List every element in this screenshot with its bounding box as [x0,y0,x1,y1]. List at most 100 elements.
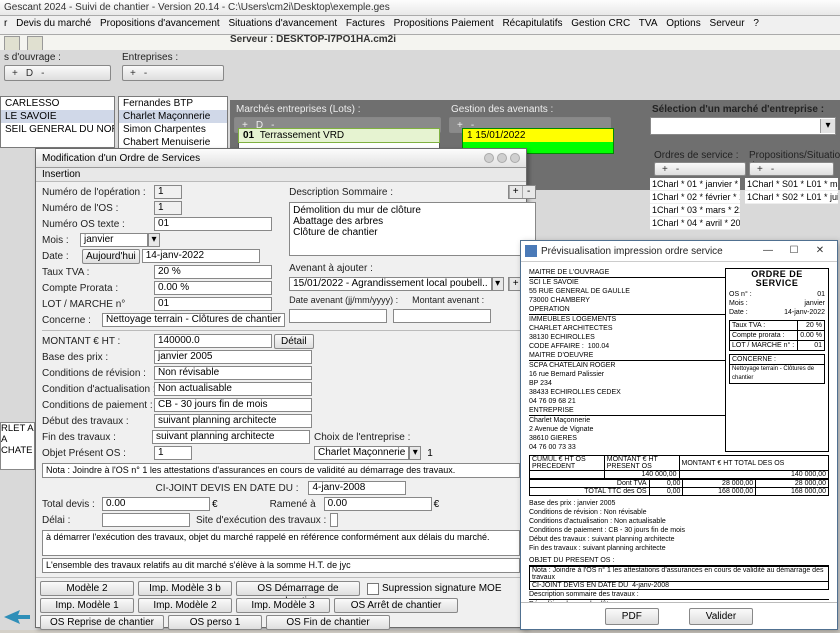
list-item[interactable]: Simon Charpentes [119,123,227,136]
lot-input[interactable]: 01 [154,297,272,311]
modele2-button[interactable]: Modèle 2 [40,581,134,596]
chevron-down-icon[interactable]: ▾ [148,233,160,247]
list-item[interactable]: 1Charl * 01 * janvier * 14-jan [650,178,740,191]
os-perso1-button[interactable]: OS perso 1 [168,615,262,630]
maximize-button[interactable]: ☐ [781,243,807,259]
montant-input[interactable]: 140000.0 [154,334,272,348]
lots-list[interactable]: 01 Terrassement VRD [238,128,440,150]
list-item[interactable]: 1Charl * 03 * mars * 21-mar [650,204,740,217]
imp-modele3-button[interactable]: Imp. Modèle 3 [236,598,330,613]
menu-item[interactable]: Récapitulatifs [502,18,562,29]
plus-button[interactable]: + [662,164,668,175]
window-button-icon[interactable] [510,153,520,163]
minus-button[interactable]: - [41,68,44,79]
menu-item[interactable]: Devis du marché [16,18,91,29]
menu-item[interactable]: Gestion CRC [571,18,630,29]
list-item[interactable]: Charlet Maçonnerie [119,110,227,123]
dialog-titlebar[interactable]: Modification d'un Ordre de Services [36,149,526,168]
tva-input[interactable]: 20 % [154,265,272,279]
market-combo[interactable]: ▾ [650,117,836,135]
ouvrage-list[interactable]: CARLESSO LE SAVOIE SEIL GENERAL DU NORD [0,96,115,148]
d-button[interactable]: D [26,68,33,79]
debut-input[interactable]: suivant planning architecte [154,414,312,428]
choixent-combo[interactable]: Charlet Maçonnerie [314,446,409,460]
davenant-input[interactable] [289,309,387,323]
detail-button[interactable]: Détail [274,334,314,349]
suppr-moe-checkbox[interactable]: Supression signature MOE [367,580,502,597]
imp-modele3b-button[interactable]: Imp. Modèle 3 b [138,581,232,596]
minus-button[interactable]: - [676,164,679,175]
condpaie-input[interactable]: CB - 30 jours fin de mois [154,398,312,412]
imp-modele1-button[interactable]: Imp. Modèle 1 [40,598,134,613]
minus-button[interactable]: - [144,68,147,79]
plus-button[interactable]: + [130,68,136,79]
pv-cell: 0,00 [649,480,683,488]
avenant-row[interactable]: 1 15/01/2022 [463,129,613,142]
note3-field[interactable]: L'ensemble des travaux relatifs au dit m… [42,558,520,573]
ordres-list[interactable]: 1Charl * 01 * janvier * 14-jan 1Charl * … [650,178,740,230]
menu-item[interactable]: r [4,18,7,29]
nota-field[interactable]: Nota : Joindre à l'OS n° 1 les attestati… [42,463,520,478]
ramene-input[interactable]: 0.00 [324,497,432,511]
list-item[interactable]: 1Charl * S01 * L01 * mai * [745,178,838,191]
concerne-input[interactable]: Nettoyage terrain - Clôtures de chantier [102,313,285,327]
server-label: Serveur : DESKTOP-I7PO1HA.cm2i [230,34,396,45]
plus-button[interactable]: + [757,164,763,175]
site-input[interactable] [330,513,338,527]
plus-button[interactable]: + [12,68,18,79]
desc-spin[interactable]: +- [508,185,536,199]
valider-button[interactable]: Valider [689,608,753,625]
preview-titlebar[interactable]: Prévisualisation impression ordre servic… [521,241,837,262]
os-reprise-button[interactable]: OS Reprise de chantier [40,615,164,630]
list-item[interactable]: 1Charl * 02 * février * 12-fév [650,191,740,204]
menu-item[interactable]: Propositions d'avancement [100,18,220,29]
totdevis-input[interactable]: 0.00 [102,497,210,511]
checkbox-icon[interactable] [367,583,379,595]
imp-modele2-button[interactable]: Imp. Modèle 2 [138,598,232,613]
list-item[interactable]: LE SAVOIE [1,110,114,123]
chevron-down-icon[interactable]: ▾ [820,119,835,133]
menu-item[interactable]: Situations d'avancement [228,18,337,29]
list-item[interactable]: CARLESSO [1,97,114,110]
list-item[interactable]: Fernandes BTP [119,97,227,110]
menu-item[interactable]: TVA [639,18,658,29]
prorata-input[interactable]: 0.00 % [154,281,272,295]
os-fin-button[interactable]: OS Fin de chantier [266,615,390,630]
minimize-button[interactable]: — [755,243,781,259]
window-button-icon[interactable] [497,153,507,163]
list-item[interactable]: 1Charl * 04 * avril * 20-avr-2 [650,217,740,230]
condrev-input[interactable]: Non révisable [154,366,312,380]
date-input[interactable]: 14-janv-2022 [142,249,260,263]
chevron-down-icon[interactable]: ▾ [409,446,421,460]
fin-input[interactable]: suivant planning architecte [152,430,310,444]
objet-input[interactable]: 1 [154,446,192,460]
today-button[interactable]: Aujourd'hui [82,249,140,264]
lot-row[interactable]: 01 Terrassement VRD [238,128,440,143]
cidate-input[interactable]: 4-janv-2008 [308,481,406,495]
menu-item[interactable]: Propositions Paiement [394,18,494,29]
menu-item[interactable]: Options [666,18,700,29]
numostxt-input[interactable]: 01 [154,217,272,231]
desc-textarea[interactable]: Démolition du mur de clôture Abattage de… [289,202,536,256]
minus-button[interactable]: - [771,164,774,175]
mavenant-input[interactable] [393,309,491,323]
menu-item[interactable]: Serveur [710,18,745,29]
entreprise-list[interactable]: Fernandes BTP Charlet Maçonnerie Simon C… [118,96,228,156]
list-item[interactable]: SEIL GENERAL DU NORD [1,123,114,136]
os-arret-button[interactable]: OS Arrêt de chantier [334,598,458,613]
note2-field[interactable]: à démarrer l'exécution des travaux, obje… [42,530,520,556]
avenant-combo[interactable]: 15/01/2022 - Agrandissement local poubel… [289,277,492,291]
pdf-button[interactable]: PDF [605,608,659,625]
props-list[interactable]: 1Charl * S01 * L01 * mai * 1Charl * S02 … [745,178,838,204]
window-button-icon[interactable] [484,153,494,163]
mois-combo[interactable]: janvier [80,233,148,247]
close-button[interactable]: ✕ [807,243,833,259]
condact-input[interactable]: Non actualisable [154,382,312,396]
menu-item[interactable]: ? [753,18,759,29]
os-demarrage-button[interactable]: OS Démarrage de chantier [236,581,360,596]
menu-item[interactable]: Factures [346,18,385,29]
chevron-down-icon[interactable]: ▾ [492,277,504,291]
baseprix-input[interactable]: janvier 2005 [154,350,312,364]
list-item[interactable]: 1Charl * S02 * L01 * juillet [745,191,838,204]
delai-input[interactable] [102,513,190,527]
